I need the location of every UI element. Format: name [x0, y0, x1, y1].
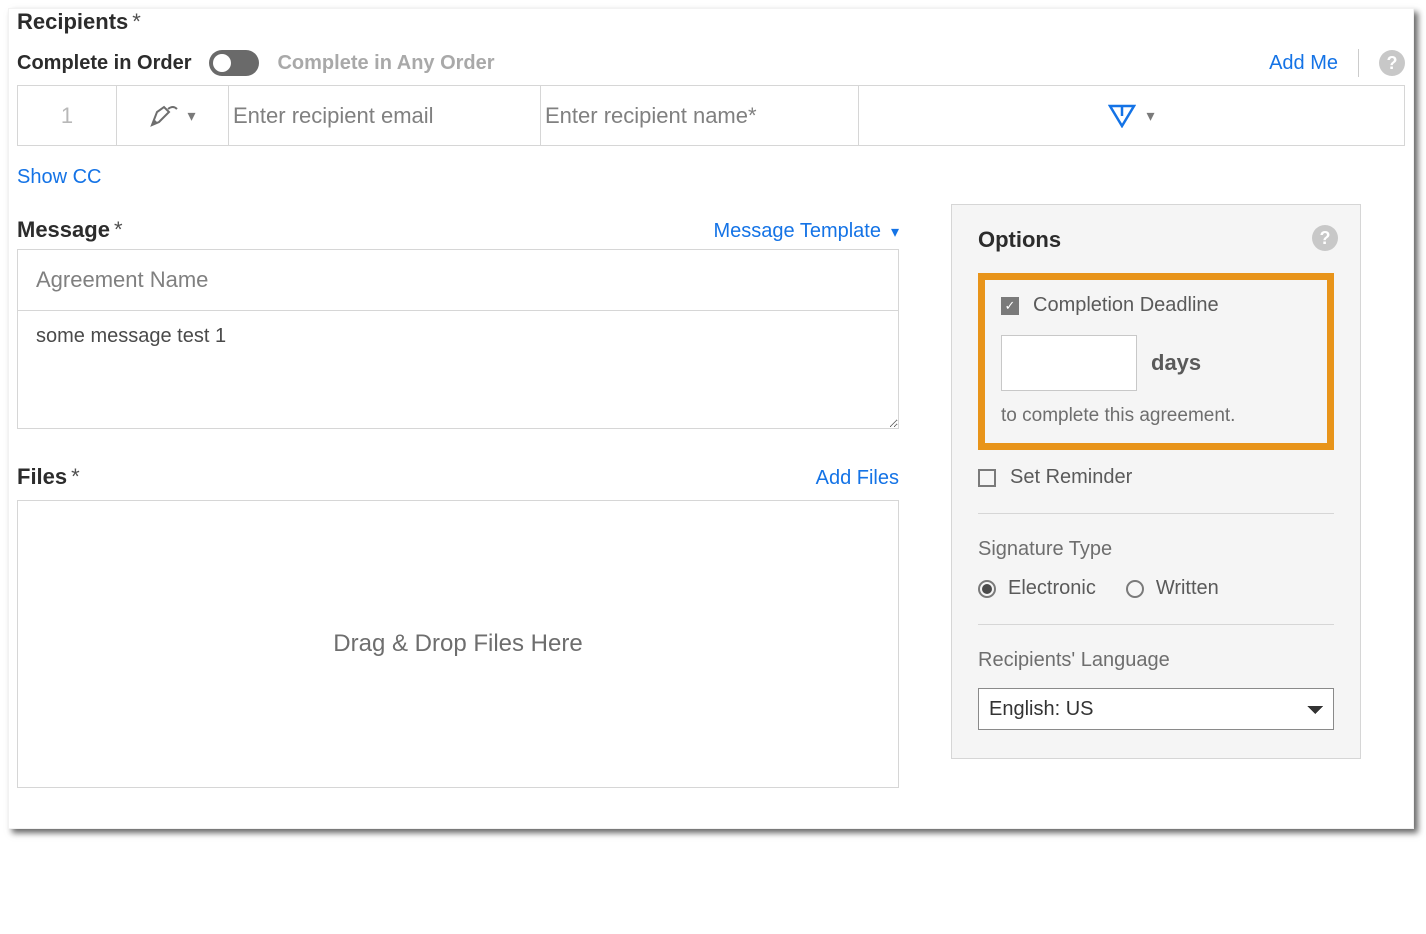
message-heading: Message*: [17, 217, 123, 243]
order-right: Add Me ?: [1269, 49, 1405, 77]
signature-type-group: Electronic Written: [978, 577, 1334, 600]
signature-electronic-label: Electronic: [1008, 577, 1096, 600]
divider: [978, 513, 1334, 514]
completion-deadline-highlight: ✓ Completion Deadline days to complete t…: [978, 273, 1334, 450]
recipient-role-dropdown[interactable]: ▾: [117, 86, 229, 145]
recipients-language-label: Recipients' Language: [978, 649, 1334, 672]
options-panel: ? Options ✓ Completion Deadline days to …: [951, 204, 1361, 759]
deadline-subtext: to complete this agreement.: [1001, 405, 1311, 427]
set-reminder-row: Set Reminder: [978, 466, 1334, 489]
recipient-email-cell: [229, 86, 541, 145]
message-heading-text: Message: [17, 217, 110, 242]
signature-type-label: Signature Type: [978, 538, 1334, 561]
order-left: Complete in Order Complete in Any Order: [17, 50, 495, 76]
signature-electronic-radio[interactable]: [978, 580, 996, 598]
files-heading-text: Files: [17, 464, 67, 489]
recipient-delivery-dropdown[interactable]: ▾: [859, 86, 1404, 145]
message-body: some message test 1: [17, 249, 899, 434]
add-files-link[interactable]: Add Files: [816, 467, 899, 490]
lower-columns: Files* Add Files Drag & Drop Files Here …: [17, 464, 1405, 788]
complete-in-order-label: Complete in Order: [17, 52, 191, 75]
help-icon[interactable]: ?: [1312, 225, 1338, 251]
order-toggle[interactable]: [209, 50, 259, 76]
recipients-heading: Recipients*: [17, 9, 1405, 35]
completion-deadline-checkbox[interactable]: ✓: [1001, 297, 1019, 315]
dropzone-text: Drag & Drop Files Here: [333, 630, 582, 658]
complete-any-order-label: Complete in Any Order: [277, 52, 494, 75]
help-icon[interactable]: ?: [1379, 50, 1405, 76]
recipient-name-input[interactable]: [541, 86, 858, 145]
deadline-days-label: days: [1151, 350, 1201, 376]
chevron-down-icon: ▾: [187, 106, 195, 126]
required-asterisk: *: [71, 464, 80, 489]
options-title: Options: [978, 227, 1334, 253]
files-header: Files* Add Files: [17, 464, 899, 490]
recipient-row: 1 ▾ ▾: [17, 85, 1405, 146]
message-template-label: Message Template: [713, 220, 881, 243]
message-template-dropdown[interactable]: Message Template ▾: [713, 220, 899, 243]
set-reminder-checkbox[interactable]: [978, 469, 996, 487]
recipient-index: 1: [18, 86, 117, 145]
send-icon: [1108, 104, 1136, 128]
send-agreement-form: Recipients* Complete in Order Complete i…: [8, 8, 1414, 829]
signature-written-label: Written: [1156, 577, 1219, 600]
required-asterisk: *: [114, 217, 123, 242]
divider: [978, 624, 1334, 625]
order-row: Complete in Order Complete in Any Order …: [17, 49, 1405, 77]
completion-deadline-label: Completion Deadline: [1033, 294, 1219, 317]
show-cc-link[interactable]: Show CC: [17, 166, 1405, 189]
pen-icon: [149, 103, 181, 129]
message-header: Message* Message Template ▾: [17, 217, 899, 243]
recipients-heading-text: Recipients: [17, 9, 128, 34]
recipient-email-input[interactable]: [229, 86, 540, 145]
files-dropzone[interactable]: Drag & Drop Files Here: [17, 500, 899, 788]
set-reminder-label: Set Reminder: [1010, 466, 1132, 489]
deadline-days-row: days: [1001, 335, 1311, 391]
files-heading: Files*: [17, 464, 80, 490]
agreement-message-input[interactable]: some message test 1: [17, 311, 899, 429]
chevron-down-icon: ▾: [1146, 106, 1154, 126]
required-asterisk: *: [132, 9, 141, 34]
chevron-down-icon: ▾: [891, 222, 899, 242]
recipients-language-select[interactable]: English: US: [978, 688, 1334, 730]
recipient-name-cell: [541, 86, 859, 145]
completion-deadline-row: ✓ Completion Deadline: [1001, 294, 1311, 317]
agreement-name-input[interactable]: [17, 249, 899, 311]
signature-written-radio[interactable]: [1126, 580, 1144, 598]
files-column: Files* Add Files Drag & Drop Files Here: [17, 464, 899, 788]
divider: [1358, 49, 1359, 77]
deadline-days-input[interactable]: [1001, 335, 1137, 391]
add-me-link[interactable]: Add Me: [1269, 52, 1338, 75]
